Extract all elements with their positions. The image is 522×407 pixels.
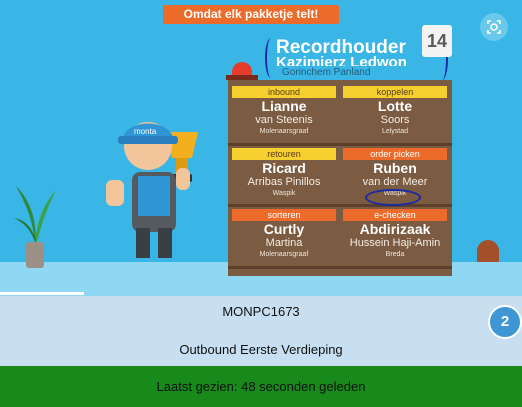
device-name: MONPC1673 [222,304,300,319]
city: Molenaarsgraaf [259,128,309,135]
city: Breda [385,251,405,258]
record-title: Recordhouder [276,37,406,58]
first-name: Lotte [377,98,413,114]
last-name: Martina [265,237,303,249]
first-name: Ruben [373,160,417,176]
device-location: Outbound Eerste Verdieping [179,342,343,357]
category-label: koppelen [343,86,447,98]
calendar-icon: 14 [422,25,452,57]
shelf-divider [228,143,452,146]
first-name: Ricard [262,160,306,176]
city: Waspik [272,190,296,197]
device-card: Omdat elk pakketje telt! Recordhouder Ka… [0,0,522,407]
mouse-hole-icon [477,240,499,262]
category-label: sorteren [232,209,336,221]
shelf-divider [228,266,452,269]
siren-icon [232,62,252,76]
first-name: Curtly [263,221,305,237]
calendar-day: 14 [426,31,448,51]
leader-cell-retouren: retouren Ricard Arribas Pinillos Waspik [232,148,336,202]
annotation-circle [365,189,421,206]
leader-cell-sorteren: sorteren Curtly Martina Molenaarsgraaf [232,209,336,263]
category-label: retouren [232,148,336,160]
last-name: van der Meer [362,176,428,188]
slogan-banner: Omdat elk pakketje telt! [163,5,339,24]
expand-button[interactable] [480,13,508,41]
last-seen-status: Laatst gezien: 48 seconden geleden [0,366,522,407]
leader-cell-koppelen: koppelen Lotte Soors Lelystad [343,86,447,140]
city: Molenaarsgraaf [259,251,309,258]
record-holder-name: Kazimierz Ledwon [276,56,407,66]
category-label: e-checken [343,209,447,221]
category-label: order picken [343,148,447,160]
leader-cell-e-checken: e-checken Abdirizaak Hussein Haji-Amin B… [343,209,447,263]
count-badge[interactable]: 2 [488,305,522,339]
shelf-divider [228,204,452,207]
last-name: Soors [380,114,410,126]
cap-logo-text: monta [134,127,157,136]
last-name: Hussein Haji-Amin [349,237,441,249]
leader-cell-inbound: inbound Lianne van Steenis Molenaarsgraa… [232,86,336,140]
category-label: inbound [232,86,336,98]
last-name: van Steenis [255,114,313,126]
screenshot-icon [487,20,501,34]
first-name: Lianne [261,98,307,114]
first-name: Abdirizaak [359,221,431,237]
last-name: Arribas Pinillos [247,176,321,188]
leaderboard-image: Omdat elk pakketje telt! Recordhouder Ka… [0,0,522,296]
annotation-bracket-left [265,38,277,78]
worker-mascot-icon: monta [106,122,198,258]
record-holder-place: Gorinchem Panland [282,67,371,78]
city: Lelystad [381,128,409,135]
progress-line [0,292,84,295]
plant-icon [14,186,56,268]
